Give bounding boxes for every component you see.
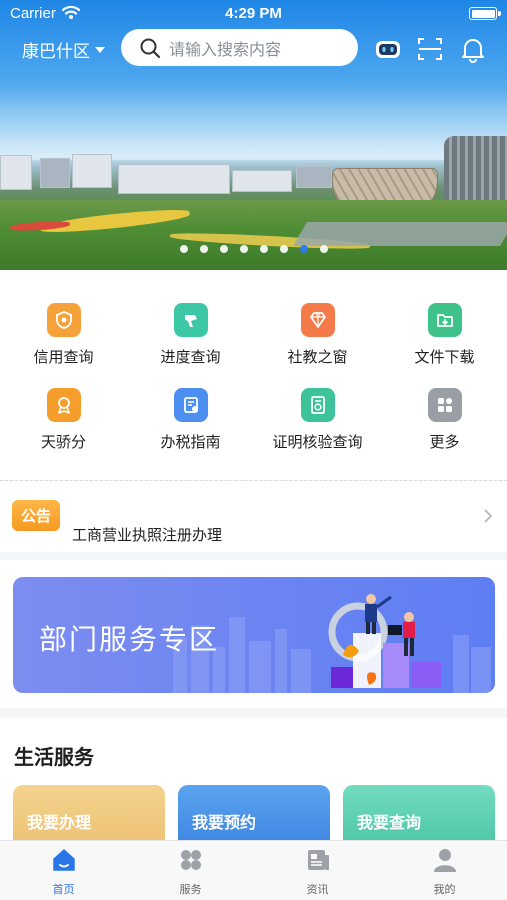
life-services-section: 生活服务 我要办理 我要预约 我要查询 — [0, 718, 507, 848]
carousel-dot[interactable] — [279, 245, 288, 253]
carousel-dot[interactable] — [259, 245, 268, 253]
tab-services[interactable]: 服务 — [127, 847, 254, 897]
grid-item-credit-query[interactable]: 信用查询 — [0, 303, 127, 367]
grid-item-certificate-check[interactable]: 证明核验查询 — [254, 388, 381, 452]
carousel-indicator — [0, 245, 507, 253]
tab-label: 首页 — [52, 883, 75, 896]
building — [296, 166, 332, 188]
bell-icon[interactable] — [459, 35, 487, 63]
tab-profile[interactable]: 我的 — [381, 847, 507, 897]
progress-query-icon — [173, 303, 208, 337]
search-placeholder: 请输入搜索内容 — [169, 39, 282, 59]
tab-label: 我的 — [433, 883, 456, 896]
certificate-check-icon — [300, 388, 335, 422]
grid-item-progress-query[interactable]: 进度查询 — [127, 303, 254, 367]
district-label: 康巴什区 — [22, 42, 90, 62]
medal-icon — [46, 388, 81, 422]
tab-label: 资讯 — [306, 883, 329, 896]
announcement-text: 工商营业执照注册办理 — [72, 526, 223, 544]
carousel-dot[interactable] — [299, 245, 308, 253]
carousel-dot[interactable] — [179, 245, 188, 253]
section-heading: 生活服务 — [14, 745, 94, 769]
tab-label: 服务 — [179, 883, 202, 896]
tax-guide-icon — [173, 388, 208, 422]
card-handle[interactable]: 我要办理 — [13, 785, 165, 845]
grid-label: 进度查询 — [160, 348, 221, 366]
clock: 4:29 PM — [225, 5, 282, 22]
grid-item-social-window[interactable]: 社教之窗 — [254, 303, 381, 367]
card-label: 我要查询 — [357, 813, 422, 832]
carousel-dot[interactable] — [219, 245, 228, 253]
building — [72, 154, 112, 188]
grid-label: 天骄分 — [40, 433, 86, 451]
grid-label: 信用查询 — [33, 348, 94, 366]
building — [40, 158, 70, 188]
bottom-tab-bar: 首页 服务 资讯 我的 — [0, 840, 507, 900]
road — [293, 222, 507, 246]
tab-news[interactable]: 资讯 — [254, 847, 381, 897]
carousel-dot[interactable] — [319, 245, 328, 253]
grid-label: 文件下载 — [414, 348, 475, 366]
news-icon — [307, 850, 329, 870]
grid-item-tax-guide[interactable]: 办税指南 — [127, 388, 254, 452]
profile-icon — [433, 849, 456, 872]
grid-label: 更多 — [429, 433, 460, 451]
credit-query-icon — [46, 303, 81, 337]
card-query[interactable]: 我要查询 — [343, 785, 495, 845]
chevron-down-icon — [95, 46, 105, 53]
card-label: 我要办理 — [27, 813, 92, 832]
robot-assistant-icon[interactable] — [374, 35, 402, 63]
chevron-right-icon — [484, 509, 493, 523]
building — [118, 164, 230, 194]
quick-services-grid: 信用查询 进度查询 社教之窗 文件下载 天骄分 办税指南 证明核验查询 更多 — [0, 270, 507, 480]
status-bar: Carrier 4:29 PM — [0, 0, 507, 28]
announcement-tag: 公告 — [12, 500, 60, 531]
card-label: 我要预约 — [192, 813, 257, 832]
department-banner-title: 部门服务专区 — [39, 623, 220, 656]
grid-item-more[interactable]: 更多 — [381, 388, 507, 452]
department-services-banner[interactable]: 部门服务专区 — [13, 577, 495, 693]
tab-home[interactable]: 首页 — [0, 847, 127, 897]
district-selector[interactable]: 康巴什区 — [22, 37, 105, 62]
grid-label: 证明核验查询 — [272, 433, 363, 451]
home-icon — [52, 849, 75, 871]
building — [0, 155, 32, 190]
file-download-icon — [427, 303, 462, 337]
building — [232, 170, 292, 192]
grid-label: 社教之窗 — [287, 348, 348, 366]
announcement-bar[interactable]: 公告 工商营业执照注册办理 — [0, 481, 507, 552]
carousel-dot[interactable] — [239, 245, 248, 253]
battery-icon — [469, 7, 501, 20]
sky-haze — [0, 90, 507, 160]
search-icon — [140, 38, 161, 58]
department-section: 部门服务专区 — [0, 560, 507, 708]
search-bar[interactable]: 请输入搜索内容 — [121, 29, 358, 66]
services-icon — [180, 850, 201, 870]
grid-item-file-download[interactable]: 文件下载 — [381, 303, 507, 367]
scan-icon[interactable] — [416, 35, 444, 63]
diamond-icon — [300, 303, 335, 337]
card-appointment[interactable]: 我要预约 — [178, 785, 330, 845]
grid-label: 办税指南 — [160, 433, 221, 451]
grid-item-tianjiao-score[interactable]: 天骄分 — [0, 388, 127, 452]
more-icon — [427, 388, 462, 422]
carousel-dot[interactable] — [199, 245, 208, 253]
